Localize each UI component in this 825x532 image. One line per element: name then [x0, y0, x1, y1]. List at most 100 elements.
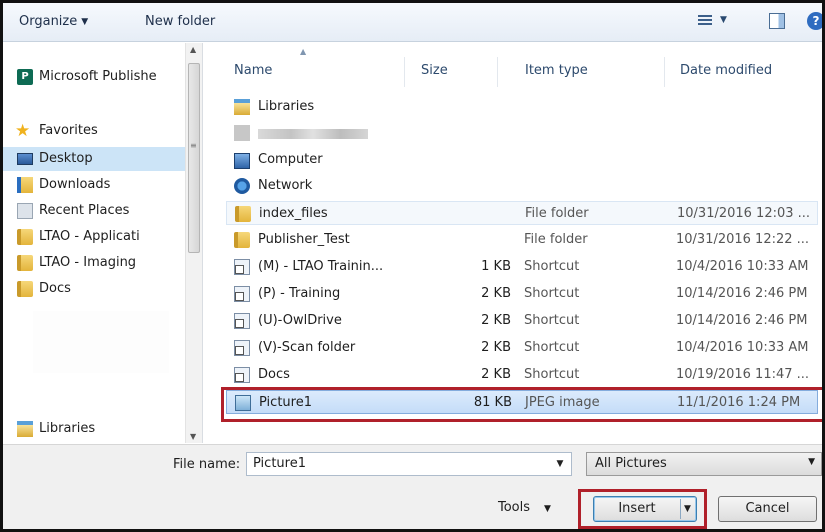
chevron-down-icon[interactable]: ▼ — [549, 453, 571, 475]
scrollbar-grip-icon: ≡ — [190, 141, 197, 150]
tools-button[interactable]: Tools ▼ — [498, 500, 551, 515]
organize-button[interactable]: Organize ▼ — [19, 14, 88, 29]
nav-item-libraries[interactable]: Libraries — [3, 417, 185, 441]
folder-icon — [235, 206, 251, 222]
list-item[interactable]: Computer — [226, 148, 818, 172]
item-date: 10/14/2016 2:46 PM — [676, 286, 808, 301]
libraries-icon — [234, 99, 250, 115]
item-date: 10/31/2016 12:03 ... — [677, 206, 811, 221]
libraries-icon — [17, 421, 33, 437]
publisher-icon: P — [17, 69, 33, 85]
column-date-modified[interactable]: Date modified — [680, 63, 772, 78]
navigation-scrollbar[interactable]: ▲ ≡ ▼ — [185, 43, 202, 443]
change-view-button[interactable]: ▼ — [698, 13, 738, 31]
list-item[interactable]: Libraries — [226, 95, 818, 119]
nav-item-label: Microsoft Publishe — [39, 69, 157, 84]
table-row[interactable]: Docs 2 KB Shortcut 10/19/2016 11:47 ... — [226, 363, 818, 387]
highlight-outline-insert-button — [578, 489, 707, 529]
column-divider[interactable] — [664, 57, 665, 87]
nav-item-label: LTAO - Applicati — [39, 229, 140, 244]
item-size: 2 KB — [481, 367, 511, 382]
item-type: File folder — [524, 232, 588, 247]
file-type-filter[interactable]: All Pictures ▼ — [586, 452, 822, 476]
chevron-down-icon: ▼ — [81, 17, 89, 27]
item-type: File folder — [525, 206, 589, 221]
desktop-icon — [17, 153, 33, 165]
table-row[interactable]: (P) - Training 2 KB Shortcut 10/14/2016 … — [226, 282, 818, 306]
nav-item-favorites[interactable]: ★ Favorites — [3, 119, 185, 143]
nav-item-downloads[interactable]: Downloads — [3, 173, 185, 197]
preview-pane-button[interactable] — [769, 13, 785, 29]
item-date: 10/14/2016 2:46 PM — [676, 313, 808, 328]
column-name[interactable]: Name — [234, 63, 272, 78]
chevron-down-icon: ▼ — [720, 15, 727, 25]
command-bar: Organize ▼ New folder ▼ ? — [3, 3, 822, 42]
nav-item-desktop[interactable]: Desktop — [3, 147, 185, 171]
item-date: 10/4/2016 10:33 AM — [676, 259, 809, 274]
nav-item-label: Recent Places — [39, 203, 130, 218]
navigation-pane: P Microsoft Publishe ★ Favorites Desktop… — [3, 43, 203, 443]
nav-item-label: Docs — [39, 281, 71, 296]
scroll-up-icon[interactable]: ▲ — [190, 45, 196, 54]
scrollbar-thumb[interactable] — [188, 63, 200, 253]
folder-icon — [234, 232, 250, 248]
item-size: 2 KB — [481, 313, 511, 328]
shortcut-icon — [234, 259, 250, 275]
column-divider[interactable] — [404, 57, 405, 87]
nav-item-docs[interactable]: Docs — [3, 277, 185, 301]
cancel-button[interactable]: Cancel — [718, 496, 817, 522]
nav-blank-area — [33, 311, 169, 373]
nav-item-recent-places[interactable]: Recent Places — [3, 199, 185, 223]
view-details-icon — [698, 15, 712, 27]
column-header: ▲ Name Size Item type Date modified — [204, 43, 822, 95]
item-name: Publisher_Test — [258, 232, 350, 247]
scroll-down-icon[interactable]: ▼ — [190, 432, 196, 441]
table-row[interactable]: Publisher_Test File folder 10/31/2016 12… — [226, 228, 818, 252]
file-name-input[interactable]: Picture1 — [246, 452, 572, 476]
item-size: 2 KB — [481, 286, 511, 301]
table-row[interactable]: (U)-OwlDrive 2 KB Shortcut 10/14/2016 2:… — [226, 309, 818, 333]
file-type-filter-value: All Pictures — [595, 456, 667, 471]
computer-icon — [234, 153, 250, 169]
item-size: 2 KB — [481, 340, 511, 355]
item-type: Shortcut — [524, 367, 580, 382]
sort-ascending-icon: ▲ — [300, 47, 307, 56]
table-row[interactable]: (M) - LTAO Trainin... 1 KB Shortcut 10/4… — [226, 255, 818, 279]
nav-item-ltao-imaging[interactable]: LTAO - Imaging — [3, 251, 185, 275]
file-name-label: File name: — [173, 457, 241, 472]
column-item-type[interactable]: Item type — [525, 63, 588, 78]
item-type: Shortcut — [524, 259, 580, 274]
nav-item-label: Desktop — [39, 151, 93, 166]
item-name: Network — [258, 178, 313, 193]
list-item[interactable]: Network — [226, 174, 818, 198]
nav-item-label: Libraries — [39, 421, 96, 436]
star-icon: ★ — [15, 121, 31, 141]
column-divider[interactable] — [497, 57, 498, 87]
folder-icon — [17, 255, 33, 271]
nav-item-label: Downloads — [39, 177, 111, 192]
shortcut-icon — [234, 313, 250, 329]
table-row[interactable]: (V)-Scan folder 2 KB Shortcut 10/4/2016 … — [226, 336, 818, 360]
tools-label: Tools — [498, 500, 531, 515]
new-folder-button[interactable]: New folder — [145, 14, 215, 29]
highlight-outline-selected-file — [221, 387, 822, 422]
item-name: index_files — [259, 206, 328, 221]
nav-item-ltao-applications[interactable]: LTAO - Applicati — [3, 225, 185, 249]
blurred-icon — [234, 125, 250, 141]
downloads-folder-icon — [17, 177, 33, 193]
help-icon[interactable]: ? — [807, 12, 822, 30]
item-name: Computer — [258, 152, 323, 167]
list-item-redacted[interactable] — [226, 121, 818, 145]
shortcut-icon — [234, 340, 250, 356]
nav-item-microsoft-publisher[interactable]: P Microsoft Publishe — [3, 65, 185, 89]
item-date: 10/19/2016 11:47 ... — [676, 367, 810, 382]
network-icon — [234, 178, 250, 194]
shortcut-icon — [234, 367, 250, 383]
table-row[interactable]: index_files File folder 10/31/2016 12:03… — [226, 201, 818, 225]
folder-icon — [17, 229, 33, 245]
item-type: Shortcut — [524, 313, 580, 328]
item-type: Shortcut — [524, 340, 580, 355]
column-size[interactable]: Size — [421, 63, 448, 78]
organize-label: Organize — [19, 14, 78, 29]
shortcut-icon — [234, 286, 250, 302]
